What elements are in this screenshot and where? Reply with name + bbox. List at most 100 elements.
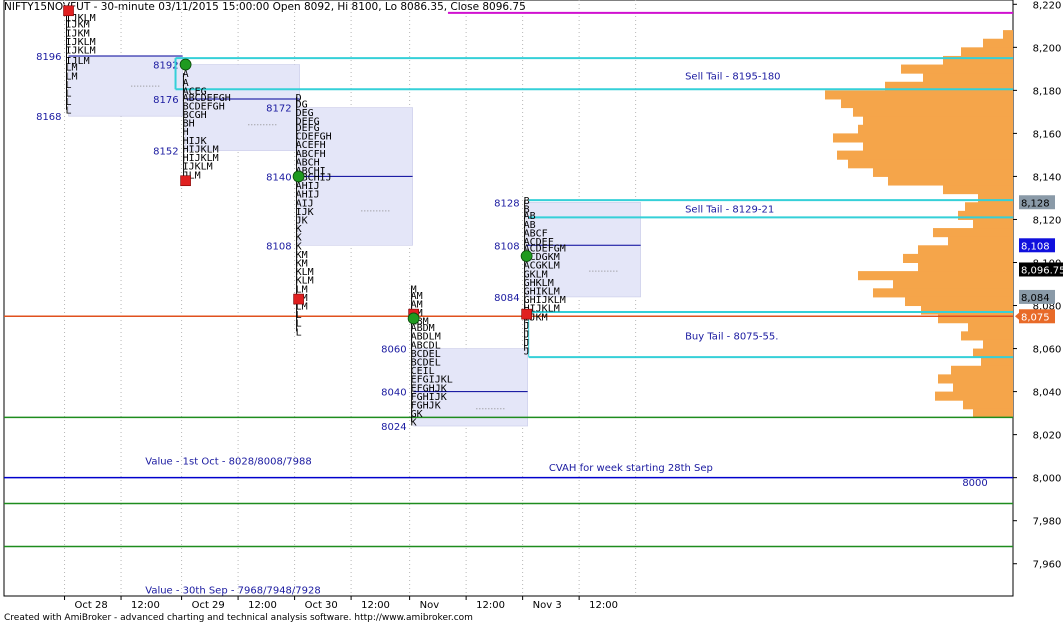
x-tick-label: Oct 29 [192,600,225,611]
x-tick-label: 12:00 [248,600,277,611]
volume-profile-bar [858,271,1013,281]
y-tick-label: 7,980 [1033,517,1062,528]
volume-profile-bar [923,73,1013,83]
annotation-text: Sell Tail - 8129-21 [685,205,774,216]
volume-profile-bar [863,116,1013,126]
y-tick-label: 8,040 [1033,388,1062,399]
volume-profile-bar [921,305,1013,315]
volume-profile-bar [901,64,1013,74]
price-badge-label: 8,128 [1021,198,1050,209]
session-level-label: 8108 [494,241,519,252]
volume-profile-bar [961,331,1013,341]
volume-profile-bar [935,391,1013,401]
session-level-label: 8040 [381,388,406,399]
y-tick-label: 8,160 [1033,129,1062,140]
volume-profile [825,30,1013,418]
annotation-text: Value - 1st Oct - 8028/8008/7988 [145,456,311,467]
y-tick-label: 8,200 [1033,43,1062,54]
volume-profile-bar [933,228,1013,238]
price-badge-label: 8,108 [1021,241,1050,252]
volume-profile-bar [953,382,1013,393]
session-level-label: 8172 [266,104,291,115]
volume-profile-bar [978,193,1013,203]
volume-profile-bar [841,98,1013,109]
volume-profile-bar [1003,30,1013,40]
volume-profile-bar [938,374,1013,384]
volume-profile-bar [863,142,1013,152]
volume-profile-bar [858,124,1013,134]
volume-profile-bar [983,38,1013,48]
volume-profile-bar [951,365,1013,375]
annotation-text: CVAH for week starting 28th Sep [549,463,713,474]
y-tick-label: 8,220 [1033,0,1062,11]
volume-profile-bar [983,339,1013,350]
x-tick-label: Oct 28 [75,600,108,611]
y-tick-label: 8,000 [1033,474,1062,485]
y-tick-label: 8,020 [1033,431,1062,442]
time-axis: Oct 28 12:00 Oct 29 12:00 Oct 30 12:00 Nov 12:0… [64,596,618,611]
volume-profile-bar [961,47,1013,57]
session-level-label: 8024 [381,422,406,433]
volume-profile-bar [943,185,1013,195]
annotation-text: 8000 [962,478,987,489]
y-tick-label: 8,180 [1033,86,1062,97]
x-tick-label: 12:00 [476,600,505,611]
volume-profile-bar [825,90,1013,100]
volume-profile-bar [968,322,1013,332]
market-profile-chart: 8196816881928176815281728140810880608040… [3,0,1063,611]
price-badge-label: 8,075 [1021,312,1050,323]
volume-profile-bar [973,408,1013,418]
volume-profile-bar [893,279,1013,289]
open-close-marker-red [521,308,532,320]
x-tick-label: Oct 30 [305,600,338,611]
x-tick-label: 12:00 [131,600,160,611]
volume-profile-bar [918,262,1013,272]
y-tick-label: 8,140 [1033,172,1062,183]
annotation-text: Value - 30th Sep - 7968/7948/7928 [145,586,321,597]
x-tick-label: Nov [420,600,440,611]
open-close-marker-green [292,170,305,183]
volume-profile-bar [963,400,1013,410]
y-tick-label: 8,060 [1033,345,1062,356]
volume-profile-bar [981,357,1013,367]
open-close-marker-red [293,293,304,305]
volume-profile-bar [973,219,1013,229]
volume-profile-bar [905,296,1013,307]
price-badge-label: 8,096.75 [1021,265,1063,276]
volume-profile-bar [948,236,1013,246]
annotation-text: Buy Tail - 8075-55. [685,332,778,343]
session-level-label: 8084 [494,293,519,304]
session-level-label: 8168 [36,112,61,123]
volume-profile-bar [938,314,1013,324]
session-level-label: 8060 [381,345,406,356]
volume-profile-bar [903,253,1013,263]
session-level-label: 8108 [266,241,291,252]
annotation-text: Sell Tail - 8195-180 [685,71,780,82]
volume-profile-bar [833,133,1013,143]
x-tick-label: 12:00 [589,600,618,611]
tpo-row: IJKLM [66,45,96,56]
footer-credit: Created with AmiBroker - advanced charti… [4,613,473,623]
price-badge-label: 8,084 [1021,293,1050,304]
session-level-label: 8140 [266,172,291,183]
volume-profile-bar [837,150,1013,160]
volume-profile-bar [873,167,1013,177]
volume-profile-bar [965,202,1013,212]
y-tick-label: 7,960 [1033,560,1062,571]
volume-profile-bar [958,210,1013,220]
price-axis: 8,2208,2008,1808,1608,1408,1208,1008,080… [1013,0,1063,571]
volume-profile-bar [853,107,1013,117]
volume-profile-bar [918,245,1013,255]
x-tick-label: Nov 3 [533,600,562,611]
y-tick-label: 8,120 [1033,215,1062,226]
open-close-marker-red [180,175,191,187]
volume-profile-bar [848,159,1013,169]
session-level-label: 8196 [36,52,61,63]
open-close-marker-red [63,5,74,17]
open-close-marker-green [179,58,192,71]
session-level-label: 8176 [153,95,178,106]
open-close-marker-green [407,312,420,325]
open-close-marker-green [520,250,533,262]
session-level-label: 8152 [153,147,178,158]
volume-profile-bar [888,176,1013,186]
